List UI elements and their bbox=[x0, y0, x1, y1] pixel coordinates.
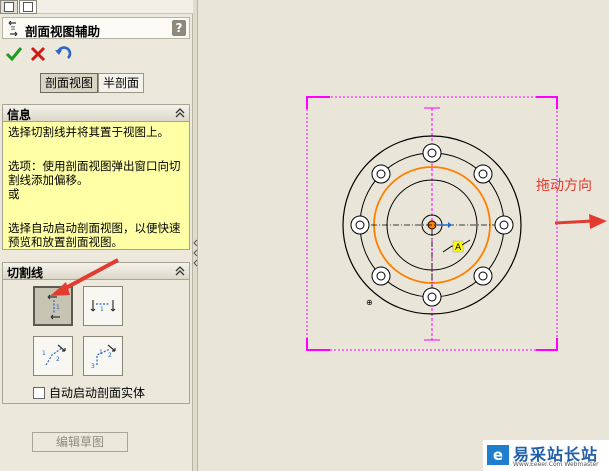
section-mode-group: 剖面视图 半剖面 bbox=[40, 73, 145, 93]
cutting-line-options: 1 1 1 2 3 1 2 自动启动剖面实体 bbox=[2, 280, 190, 404]
info-text-3: 选择自动启动剖面视图，以便快速预览和放置剖面视图。 bbox=[8, 221, 181, 249]
cursor-arrowhead bbox=[448, 222, 452, 228]
info-message-box: 选择切割线并将其置于视图上。 选项：使用剖面视图弹出窗口向切割线添加偏移。 或 … bbox=[2, 122, 190, 250]
drag-direction-arrow-icon bbox=[554, 214, 607, 229]
drawing-view[interactable]: A ⊕ bbox=[198, 0, 609, 471]
watermark-url: Www.Eeeer.Com Webmaster bbox=[513, 461, 599, 468]
svg-text:1: 1 bbox=[56, 304, 60, 311]
view-corner-bottom-right bbox=[536, 338, 558, 351]
property-manager-panel: 剖面视图辅助 ? 剖面视图 半剖面 信息 选择切割线并将其置于视图上。 选项：使… bbox=[0, 0, 193, 471]
svg-text:1: 1 bbox=[100, 306, 104, 313]
panel-title-bar: 剖面视图辅助 ? bbox=[2, 17, 190, 39]
origin-marker-icon: ⊕ bbox=[366, 298, 373, 307]
vertical-cutting-line-button[interactable]: 1 bbox=[33, 286, 73, 326]
info-text-1: 选择切割线并将其置于视图上。 bbox=[8, 125, 169, 139]
feature-tree-tab[interactable] bbox=[0, 0, 18, 14]
drawing-viewport[interactable]: A ⊕ 拖动方向 e 易采站长站 Www.Eeeer.Com Webmaster bbox=[198, 0, 609, 471]
view-corner-top-left bbox=[306, 96, 330, 109]
panel-tab-strip bbox=[0, 0, 193, 14]
svg-text:1: 1 bbox=[99, 349, 103, 356]
help-button[interactable]: ? bbox=[172, 20, 186, 36]
auto-start-section-checkbox[interactable]: 自动启动剖面实体 bbox=[33, 384, 145, 401]
site-watermark: e 易采站长站 Www.Eeeer.Com Webmaster bbox=[483, 440, 609, 471]
svg-text:2: 2 bbox=[108, 352, 112, 359]
feature-tree-icon bbox=[4, 2, 14, 12]
horizontal-cutting-line-button[interactable]: 1 bbox=[83, 286, 123, 326]
auxiliary-cut-line-icon: 3 1 2 bbox=[91, 344, 116, 370]
horizontal-cut-line-icon: 1 bbox=[90, 300, 116, 313]
svg-text:3: 3 bbox=[91, 363, 95, 370]
property-manager-tab[interactable] bbox=[19, 0, 37, 14]
section-view-icon bbox=[8, 21, 18, 36]
ok-checkmark-button[interactable] bbox=[4, 45, 24, 63]
svg-text:2: 2 bbox=[56, 356, 60, 363]
collapse-chevron-icon[interactable] bbox=[175, 108, 185, 118]
view-corner-bottom-left bbox=[306, 338, 330, 351]
svg-text:1: 1 bbox=[42, 350, 46, 357]
checkbox-box[interactable] bbox=[33, 386, 45, 399]
cutting-line-section-header[interactable]: 切割线 bbox=[2, 262, 190, 280]
panel-title: 剖面视图辅助 bbox=[25, 24, 101, 39]
drag-direction-label: 拖动方向 bbox=[536, 178, 592, 194]
property-manager-icon bbox=[23, 2, 33, 12]
section-label-text: A bbox=[455, 243, 462, 253]
cutting-line-section-title: 切割线 bbox=[7, 266, 44, 280]
info-section-title: 信息 bbox=[7, 108, 32, 122]
info-section-header[interactable]: 信息 bbox=[2, 104, 190, 122]
auxiliary-cutting-line-button[interactable]: 3 1 2 bbox=[83, 336, 123, 376]
half-section-mode-button[interactable]: 半剖面 bbox=[98, 73, 145, 93]
info-text-2: 选项：使用剖面视图弹出窗口向切割线添加偏移。 或 bbox=[8, 159, 181, 201]
edit-sketch-button[interactable]: 编辑草图 bbox=[32, 432, 128, 452]
aligned-cutting-line-button[interactable]: 1 2 bbox=[33, 336, 73, 376]
vertical-cut-line-icon: 1 bbox=[47, 294, 60, 320]
aligned-cut-line-icon: 1 2 bbox=[42, 344, 66, 366]
auto-start-label: 自动启动剖面实体 bbox=[49, 386, 146, 400]
collapse-chevron-icon[interactable] bbox=[175, 266, 185, 276]
undo-icon[interactable] bbox=[53, 45, 73, 63]
view-corner-top-right bbox=[536, 96, 558, 109]
section-view-mode-button[interactable]: 剖面视图 bbox=[40, 73, 99, 93]
watermark-logo: e bbox=[487, 445, 509, 465]
cancel-x-button[interactable] bbox=[28, 45, 48, 63]
